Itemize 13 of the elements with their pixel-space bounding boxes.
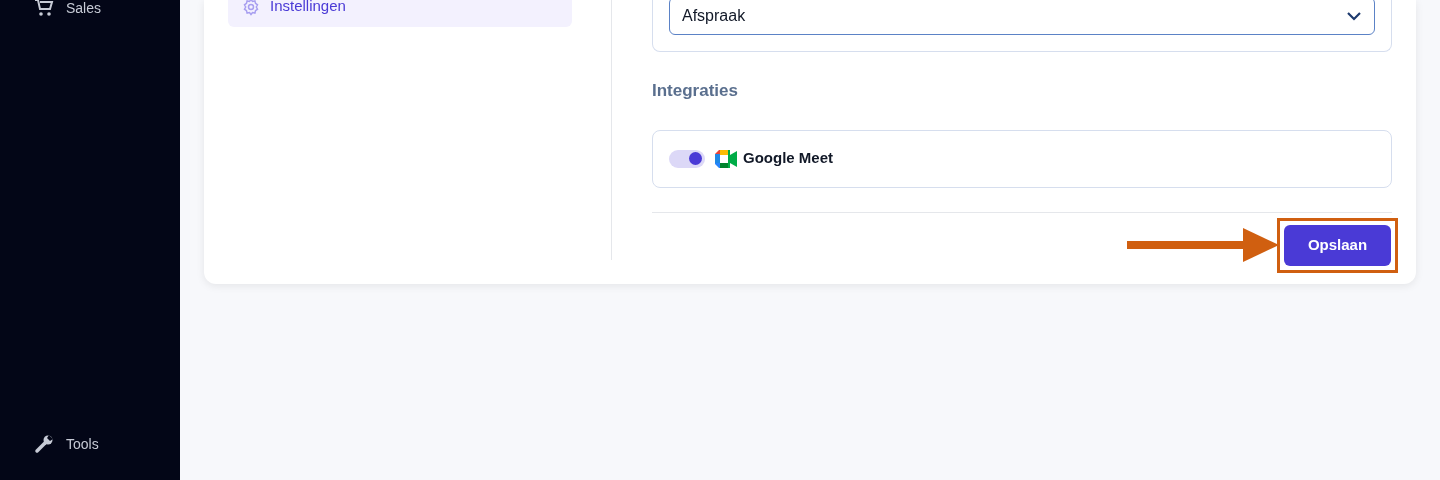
- save-button[interactable]: Opslaan: [1284, 224, 1391, 266]
- toggle-switch[interactable]: [669, 149, 705, 168]
- sidebar-item[interactable]: Tools: [0, 432, 180, 456]
- select-field[interactable]: Afspraak: [669, 0, 1375, 35]
- wrench-icon: [34, 434, 54, 454]
- chevron-down-icon: [1346, 11, 1362, 21]
- nav-item[interactable]: Instellingen: [228, 0, 572, 27]
- section-heading: Integraties: [652, 80, 739, 102]
- integration-name: Google Meet: [743, 148, 833, 169]
- cart-icon: [34, 0, 54, 18]
- gear-icon: [242, 0, 260, 16]
- sidebar-item[interactable]: Sales: [0, 0, 180, 20]
- video-camera-icon: [715, 149, 737, 168]
